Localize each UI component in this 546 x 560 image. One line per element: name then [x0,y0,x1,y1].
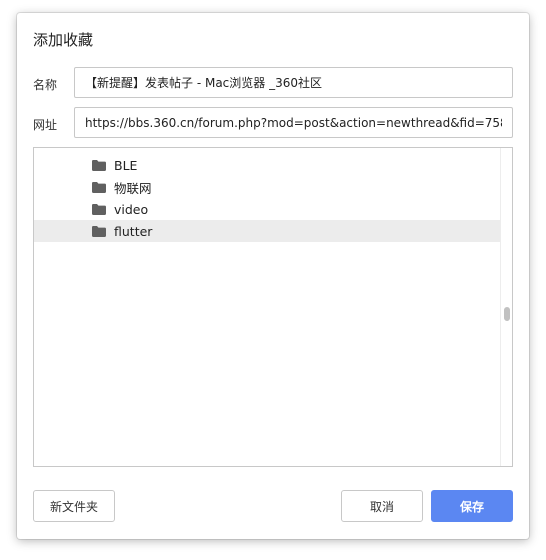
new-folder-button[interactable]: 新文件夹 [33,490,115,522]
folder-icon [92,181,106,193]
folder-item-video[interactable]: video [34,198,500,220]
folder-icon [92,225,106,237]
folder-list: BLE 物联网 video flutter [34,154,500,242]
dialog-title: 添加收藏 [33,31,94,49]
cancel-button[interactable]: 取消 [341,490,423,522]
folder-label: 物联网 [114,180,152,196]
scrollbar-thumb[interactable] [504,307,510,321]
folder-item-flutter[interactable]: flutter [34,220,500,242]
folder-label: video [114,201,149,217]
folder-icon [92,159,106,171]
folder-tree-scrollbar[interactable] [500,148,512,466]
save-button[interactable]: 保存 [431,490,513,522]
folder-label: flutter [114,223,153,239]
name-label: 名称 [33,78,58,92]
url-input[interactable] [74,107,513,138]
add-bookmark-dialog: 添加收藏 名称 网址 BLE 物联网 video [17,13,529,539]
folder-item-ble[interactable]: BLE [34,154,500,176]
url-label: 网址 [33,118,58,132]
name-input[interactable] [74,67,513,98]
folder-item-iot[interactable]: 物联网 [34,176,500,198]
folder-icon [92,203,106,215]
folder-label: BLE [114,157,138,173]
folder-tree: BLE 物联网 video flutter [33,147,513,467]
